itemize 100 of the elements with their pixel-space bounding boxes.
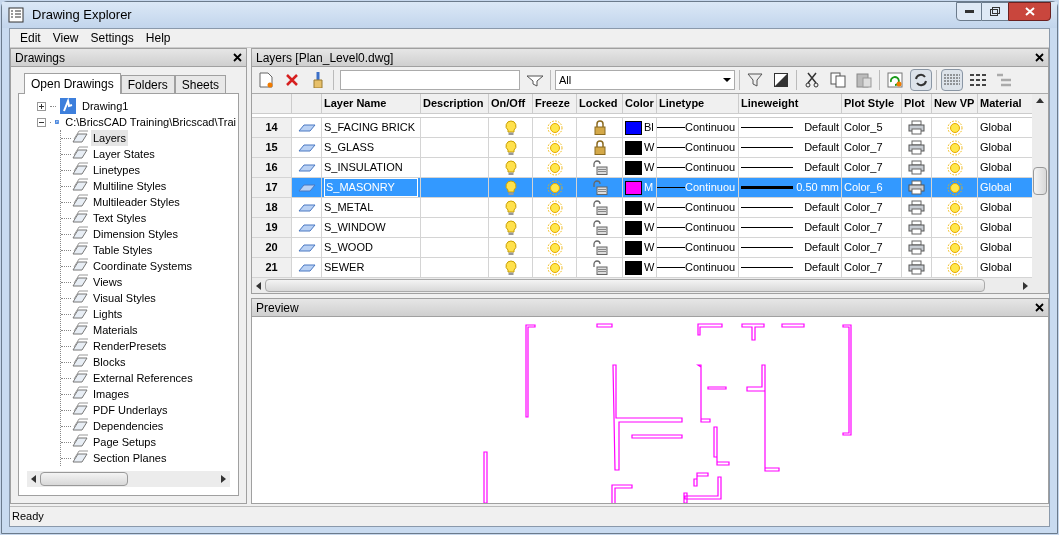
maximize-button[interactable] bbox=[982, 2, 1008, 21]
layer-row[interactable]: 18 S_METAL W Continuou Default Color_7 Global bbox=[252, 198, 1032, 218]
unlocked-lock-icon[interactable] bbox=[591, 220, 608, 235]
tree-item[interactable]: Materials bbox=[91, 321, 140, 339]
column-header[interactable]: On/Off bbox=[489, 94, 533, 113]
tree-item[interactable]: C:\BricsCAD Training\Bricscad\Trai bbox=[63, 113, 238, 131]
filter-dropdown[interactable]: All bbox=[555, 70, 735, 90]
tree-item[interactable]: PDF Underlays bbox=[91, 401, 170, 419]
layer-row[interactable]: 15 S_GLASS W Continuou Default Color_7 Global bbox=[252, 138, 1032, 158]
tree-item[interactable]: Coordinate Systems bbox=[91, 257, 195, 275]
tree-item[interactable]: RenderPresets bbox=[91, 337, 169, 355]
layer-row[interactable]: 20 S_WOOD W Continuou Default Color_7 Global bbox=[252, 238, 1032, 258]
minimize-button[interactable] bbox=[956, 2, 982, 21]
color-swatch[interactable] bbox=[625, 180, 642, 195]
menu-item[interactable]: Edit bbox=[14, 29, 47, 47]
light-bulb-icon[interactable] bbox=[504, 119, 517, 136]
light-bulb-icon[interactable] bbox=[504, 139, 517, 156]
copy-button[interactable] bbox=[827, 69, 849, 91]
close-icon[interactable] bbox=[1035, 53, 1044, 62]
light-bulb-icon[interactable] bbox=[504, 259, 517, 276]
lock-icon[interactable] bbox=[593, 120, 606, 135]
tree-item[interactable]: Views bbox=[91, 273, 125, 291]
close-icon[interactable] bbox=[233, 53, 242, 62]
refresh-button[interactable] bbox=[884, 69, 906, 91]
scroll-left-icon[interactable] bbox=[31, 475, 36, 483]
collapse-icon[interactable] bbox=[37, 117, 46, 127]
scroll-thumb[interactable] bbox=[40, 472, 128, 486]
scroll-thumb[interactable] bbox=[265, 279, 985, 292]
tree-item[interactable]: Drawing1 bbox=[80, 97, 131, 115]
scroll-thumb[interactable] bbox=[1033, 167, 1047, 195]
close-icon[interactable] bbox=[1035, 303, 1044, 312]
color-swatch[interactable] bbox=[625, 260, 642, 275]
printer-icon[interactable] bbox=[908, 240, 925, 255]
tab[interactable]: Open Drawings bbox=[24, 73, 121, 94]
printer-icon[interactable] bbox=[908, 160, 925, 175]
menu-item[interactable]: Help bbox=[139, 29, 177, 47]
tree-item[interactable]: Blocks bbox=[91, 353, 128, 371]
tree-item[interactable]: Images bbox=[91, 385, 132, 403]
tree-item[interactable]: Layer States bbox=[91, 145, 157, 163]
color-swatch[interactable] bbox=[625, 140, 642, 155]
scroll-up-icon[interactable] bbox=[1036, 98, 1044, 103]
unlocked-lock-icon[interactable] bbox=[591, 200, 608, 215]
color-swatch[interactable] bbox=[625, 240, 642, 255]
printer-icon[interactable] bbox=[908, 180, 925, 195]
unlocked-lock-icon[interactable] bbox=[591, 240, 608, 255]
sun-icon[interactable] bbox=[546, 179, 563, 196]
tree-item[interactable]: Dimension Styles bbox=[91, 225, 180, 243]
menu-item[interactable]: View bbox=[46, 29, 85, 47]
column-header[interactable]: Locked bbox=[577, 94, 623, 113]
column-header[interactable]: Plot Style bbox=[842, 94, 902, 113]
tree-item[interactable]: Linetypes bbox=[91, 161, 143, 179]
tree-item[interactable]: Lights bbox=[91, 305, 125, 323]
tree-item[interactable]: Section Planes bbox=[91, 449, 169, 467]
expand-icon[interactable] bbox=[37, 101, 46, 111]
unlocked-lock-icon[interactable] bbox=[591, 180, 608, 195]
printer-icon[interactable] bbox=[908, 220, 925, 235]
tab[interactable]: Folders bbox=[120, 75, 175, 93]
scroll-right-icon[interactable] bbox=[221, 475, 226, 483]
column-header[interactable]: Lineweight bbox=[739, 94, 842, 113]
lock-icon[interactable] bbox=[593, 140, 606, 155]
printer-icon[interactable] bbox=[908, 260, 925, 275]
close-button[interactable] bbox=[1008, 2, 1051, 21]
layer-row[interactable]: 17 S_MASONRY M Continuou 0.50 mm Color_6 Global bbox=[252, 178, 1032, 198]
column-header[interactable]: Layer Name bbox=[322, 94, 421, 113]
column-header[interactable]: Linetype bbox=[657, 94, 739, 113]
tree-item[interactable]: Page Setups bbox=[91, 433, 158, 451]
tree-item[interactable]: Multileader Styles bbox=[91, 193, 182, 211]
light-bulb-icon[interactable] bbox=[504, 219, 517, 236]
light-bulb-icon[interactable] bbox=[504, 199, 517, 216]
tree-item[interactable]: External References bbox=[91, 369, 195, 387]
scroll-right-icon[interactable] bbox=[1023, 281, 1028, 290]
printer-icon[interactable] bbox=[908, 140, 925, 155]
column-header[interactable]: Plot bbox=[902, 94, 932, 113]
printer-icon[interactable] bbox=[908, 200, 925, 215]
search-field[interactable] bbox=[340, 70, 520, 90]
column-header[interactable]: Freeze bbox=[533, 94, 577, 113]
unlocked-lock-icon[interactable] bbox=[591, 260, 608, 275]
sun-icon[interactable] bbox=[946, 179, 963, 196]
light-bulb-icon[interactable] bbox=[504, 239, 517, 256]
unlocked-lock-icon[interactable] bbox=[591, 160, 608, 175]
layer-row[interactable]: 14 S_FACING BRICK Bl Continuou Default Color_5 Global bbox=[252, 118, 1032, 138]
tree-item[interactable]: Multiline Styles bbox=[91, 177, 169, 195]
scroll-left-icon[interactable] bbox=[256, 281, 261, 290]
tree-item[interactable]: Dependencies bbox=[91, 417, 166, 435]
horizontal-scrollbar[interactable] bbox=[27, 471, 230, 487]
tree-item[interactable]: Layers bbox=[91, 129, 129, 147]
vertical-scrollbar[interactable] bbox=[1032, 94, 1048, 293]
tree-item[interactable]: Visual Styles bbox=[91, 289, 158, 307]
tree-item[interactable]: Text Styles bbox=[91, 209, 149, 227]
light-bulb-icon[interactable] bbox=[504, 159, 517, 176]
printer-icon[interactable] bbox=[908, 120, 925, 135]
color-swatch[interactable] bbox=[625, 220, 642, 235]
sync-button[interactable] bbox=[910, 69, 932, 91]
color-swatch[interactable] bbox=[625, 200, 642, 215]
color-swatch[interactable] bbox=[625, 160, 642, 175]
menu-item[interactable]: Settings bbox=[84, 29, 140, 47]
tab[interactable]: Sheets bbox=[174, 75, 227, 93]
horizontal-scrollbar[interactable] bbox=[252, 278, 1032, 293]
column-header[interactable]: Color bbox=[623, 94, 657, 113]
tree-item[interactable]: Table Styles bbox=[91, 241, 155, 259]
